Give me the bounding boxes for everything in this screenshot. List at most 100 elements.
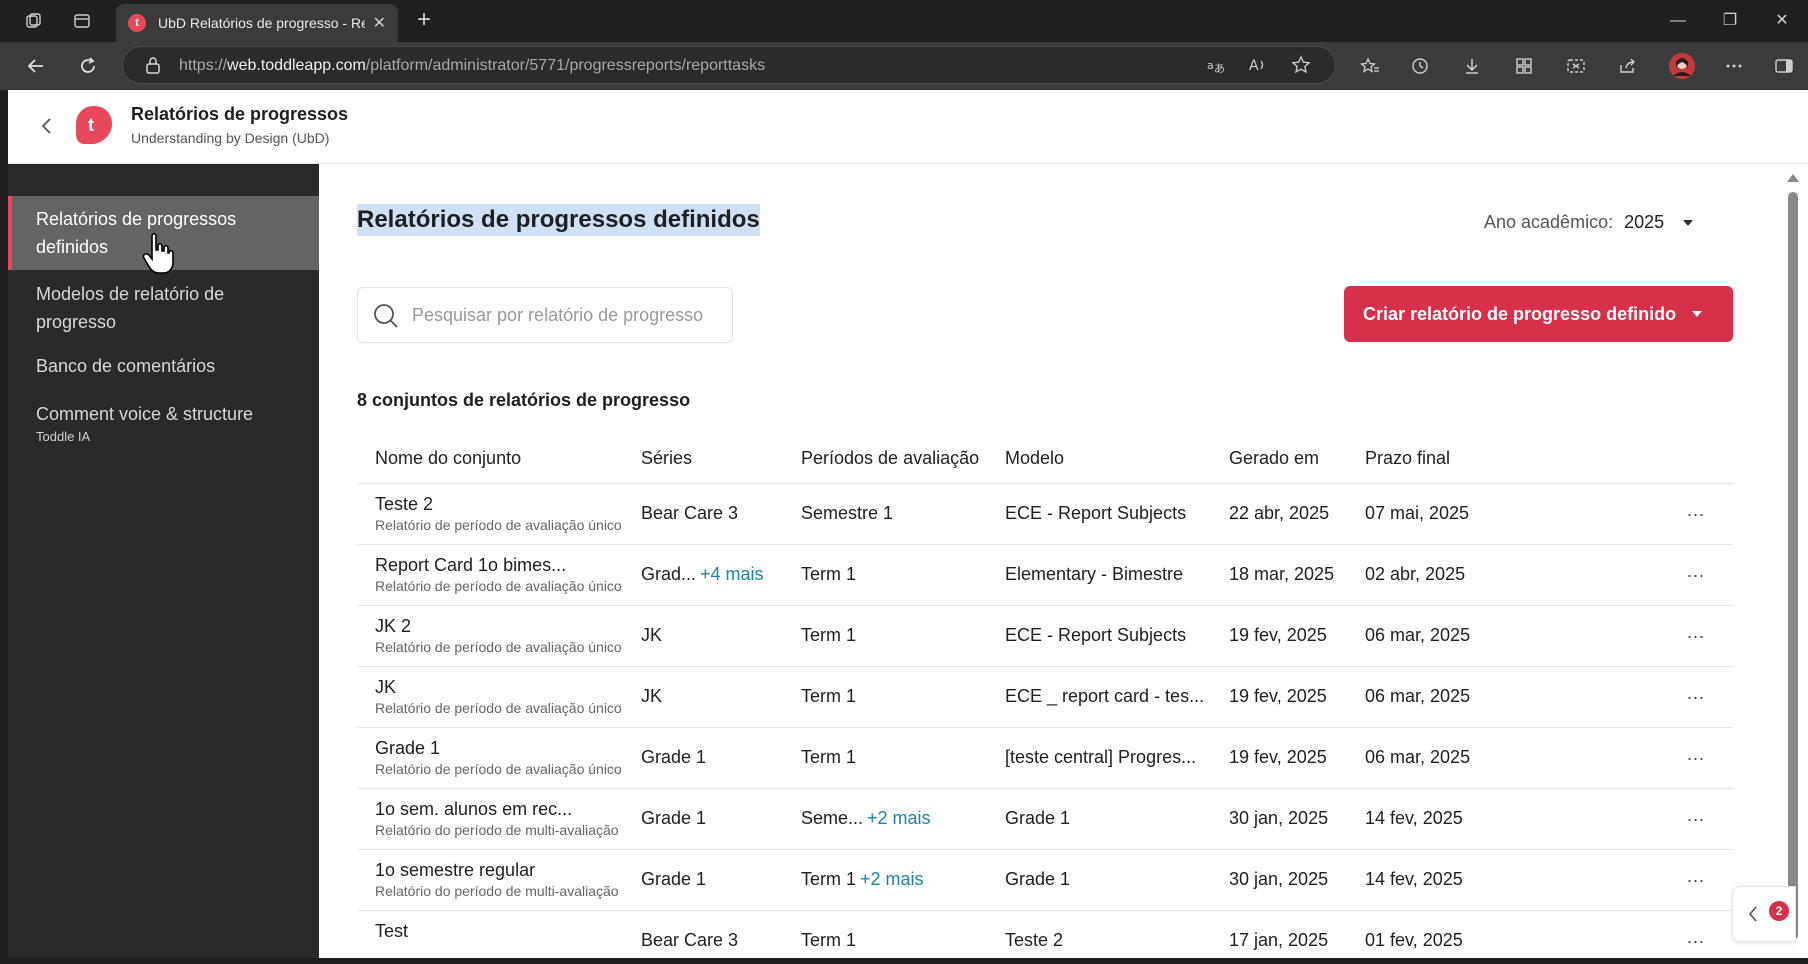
- tab-actions-icon[interactable]: [68, 8, 96, 34]
- row-name: Grade 1: [375, 738, 441, 758]
- sidebar-item-comment-voice[interactable]: Comment voice & structure Toddle IA: [8, 400, 319, 446]
- row-periods: Seme... +2 mais: [801, 808, 931, 829]
- row-menu-icon[interactable]: ...: [1687, 683, 1705, 704]
- row-name-cell: 1o semestre regular Relatório do período …: [375, 860, 619, 899]
- workspaces-icon[interactable]: [20, 8, 48, 34]
- sidebar-item-report-templates[interactable]: Modelos de relatório de progresso: [8, 280, 319, 336]
- read-aloud-icon[interactable]: A: [1243, 51, 1271, 79]
- favorites-icon[interactable]: [1356, 52, 1384, 80]
- row-periods-text: Term 1: [801, 747, 857, 767]
- close-window-icon[interactable]: ✕: [1768, 8, 1796, 34]
- table-row[interactable]: Test Bear Care 3 Term 1 Teste 2 17 jan, 2025…: [357, 911, 1733, 958]
- translate-icon[interactable]: aあ: [1201, 51, 1229, 79]
- academic-year-label: Ano acadêmico:: [1484, 212, 1614, 232]
- restore-icon[interactable]: ❐: [1716, 8, 1744, 34]
- browser-toolbar: https://web.toddleapp.com/platform/admin…: [0, 42, 1808, 90]
- row-model-text: [teste central] Progres...: [1005, 747, 1197, 767]
- row-menu-icon[interactable]: ...: [1687, 805, 1705, 826]
- table-row[interactable]: Grade 1 Relatório de período de avaliação…: [357, 728, 1733, 789]
- more-link[interactable]: +4 mais: [700, 564, 764, 584]
- row-menu-icon[interactable]: ...: [1687, 866, 1705, 887]
- row-series-text: Grad...: [641, 564, 697, 584]
- row-deadline: 14 fev, 2025: [1365, 869, 1463, 890]
- table-row[interactable]: 1o semestre regular Relatório do período …: [357, 850, 1733, 911]
- share-icon[interactable]: [1614, 52, 1642, 80]
- create-report-label: Criar relatório de progresso definido: [1363, 303, 1677, 324]
- profile-avatar[interactable]: [1668, 52, 1696, 80]
- row-menu-icon[interactable]: ...: [1687, 500, 1705, 521]
- back-arrow-icon[interactable]: [22, 52, 50, 80]
- row-model-text: Teste 2: [1005, 930, 1064, 950]
- row-type: Relatório de período de avaliação único: [375, 639, 622, 655]
- sidebar-item-comment-bank[interactable]: Banco de comentários: [8, 352, 319, 380]
- row-periods: Semestre 1: [801, 503, 893, 524]
- row-periods-text: Term 1: [801, 686, 857, 706]
- hand-cursor-icon: [142, 232, 176, 276]
- address-bar[interactable]: https://web.toddleapp.com/platform/admin…: [122, 46, 1336, 84]
- row-name-cell: Test: [375, 921, 408, 944]
- row-name-cell: Teste 2 Relatório de período de avaliação…: [375, 494, 622, 533]
- table-row[interactable]: JK 2 Relatório de período de avaliação ún…: [357, 606, 1733, 667]
- row-deadline-text: 07 mai, 2025: [1365, 503, 1470, 523]
- row-menu-icon[interactable]: ...: [1687, 622, 1705, 643]
- row-menu-icon[interactable]: ...: [1687, 561, 1705, 582]
- row-series-text: Grade 1: [641, 869, 707, 889]
- refresh-icon[interactable]: [74, 52, 102, 80]
- chevron-down-icon: [1692, 311, 1703, 317]
- sidebar-item-label: Relatórios de progressos definidos: [36, 209, 237, 257]
- favorite-star-icon[interactable]: [1287, 51, 1315, 79]
- svg-text:あ: あ: [1214, 62, 1225, 75]
- close-tab-icon[interactable]: ✕: [373, 13, 386, 33]
- download-icon[interactable]: [1458, 52, 1486, 80]
- table-header: Nome do conjunto Séries Períodos de aval…: [357, 426, 1733, 484]
- svg-text:a: a: [1207, 59, 1214, 72]
- row-series: Grade 1: [641, 869, 706, 890]
- more-link[interactable]: +2 mais: [860, 869, 924, 889]
- row-series: Bear Care 3: [641, 503, 738, 524]
- search-input[interactable]: [412, 302, 722, 328]
- row-model-text: Elementary - Bimestre: [1005, 564, 1184, 584]
- app-header: t Relatórios de progressos Understanding…: [8, 90, 1808, 164]
- row-periods-text: Semestre 1: [801, 503, 894, 523]
- row-model: Elementary - Bimestre: [1005, 564, 1183, 585]
- row-model-text: Grade 1: [1005, 869, 1071, 889]
- minimize-icon[interactable]: —: [1664, 8, 1692, 34]
- more-options-icon[interactable]: [1720, 52, 1748, 80]
- row-menu-icon[interactable]: ...: [1687, 927, 1705, 948]
- help-panel-button[interactable]: 2: [1732, 886, 1796, 942]
- row-model: Teste 2: [1005, 930, 1063, 951]
- row-periods-text: Term 1: [801, 625, 857, 645]
- row-deadline: 06 mar, 2025: [1365, 747, 1470, 768]
- col-header-model: Modelo: [1005, 448, 1065, 468]
- row-menu-icon[interactable]: ...: [1687, 744, 1705, 765]
- scroll-thumb[interactable]: [1788, 192, 1798, 940]
- chevron-down-icon: [1683, 220, 1694, 227]
- row-periods: Term 1: [801, 747, 856, 768]
- back-chevron-icon[interactable]: [32, 112, 60, 140]
- academic-year-selector[interactable]: Ano acadêmico: 2025: [1484, 212, 1694, 233]
- scrollbar[interactable]: [1779, 164, 1808, 958]
- table-row[interactable]: JK Relatório de período de avaliação únic…: [357, 667, 1733, 728]
- row-periods-text: Term 1: [801, 930, 857, 950]
- table-row[interactable]: 1o sem. alunos em rec... Relatório do per…: [357, 789, 1733, 850]
- create-report-button[interactable]: Criar relatório de progresso definido: [1344, 286, 1733, 342]
- search-box[interactable]: [357, 287, 733, 343]
- new-tab-icon[interactable]: +: [410, 8, 438, 34]
- row-deadline-text: 14 fev, 2025: [1365, 808, 1463, 828]
- scroll-up-arrow-icon[interactable]: [1787, 174, 1799, 182]
- sidebar-item-label: Banco de comentários: [36, 356, 216, 376]
- table-row[interactable]: Report Card 1o bimes... Relatório de perí…: [357, 545, 1733, 606]
- extensions-icon[interactable]: [1510, 52, 1538, 80]
- more-link[interactable]: +2 mais: [867, 808, 931, 828]
- row-generated-text: 19 fev, 2025: [1229, 747, 1327, 767]
- lock-icon[interactable]: [145, 56, 161, 79]
- row-deadline-text: 06 mar, 2025: [1365, 747, 1471, 767]
- history-icon[interactable]: [1406, 52, 1434, 80]
- screenshot-icon[interactable]: [1562, 52, 1590, 80]
- main-content: Relatórios de progressos definidos Ano a…: [319, 164, 1779, 958]
- table-body: Teste 2 Relatório de período de avaliação…: [357, 484, 1733, 958]
- sidebar-toggle-icon[interactable]: [1770, 52, 1798, 80]
- table-row[interactable]: Teste 2 Relatório de período de avaliação…: [357, 484, 1733, 545]
- browser-tab-active[interactable]: t UbD Relatórios de progresso - Re ✕: [116, 4, 398, 42]
- row-deadline: 01 fev, 2025: [1365, 930, 1463, 951]
